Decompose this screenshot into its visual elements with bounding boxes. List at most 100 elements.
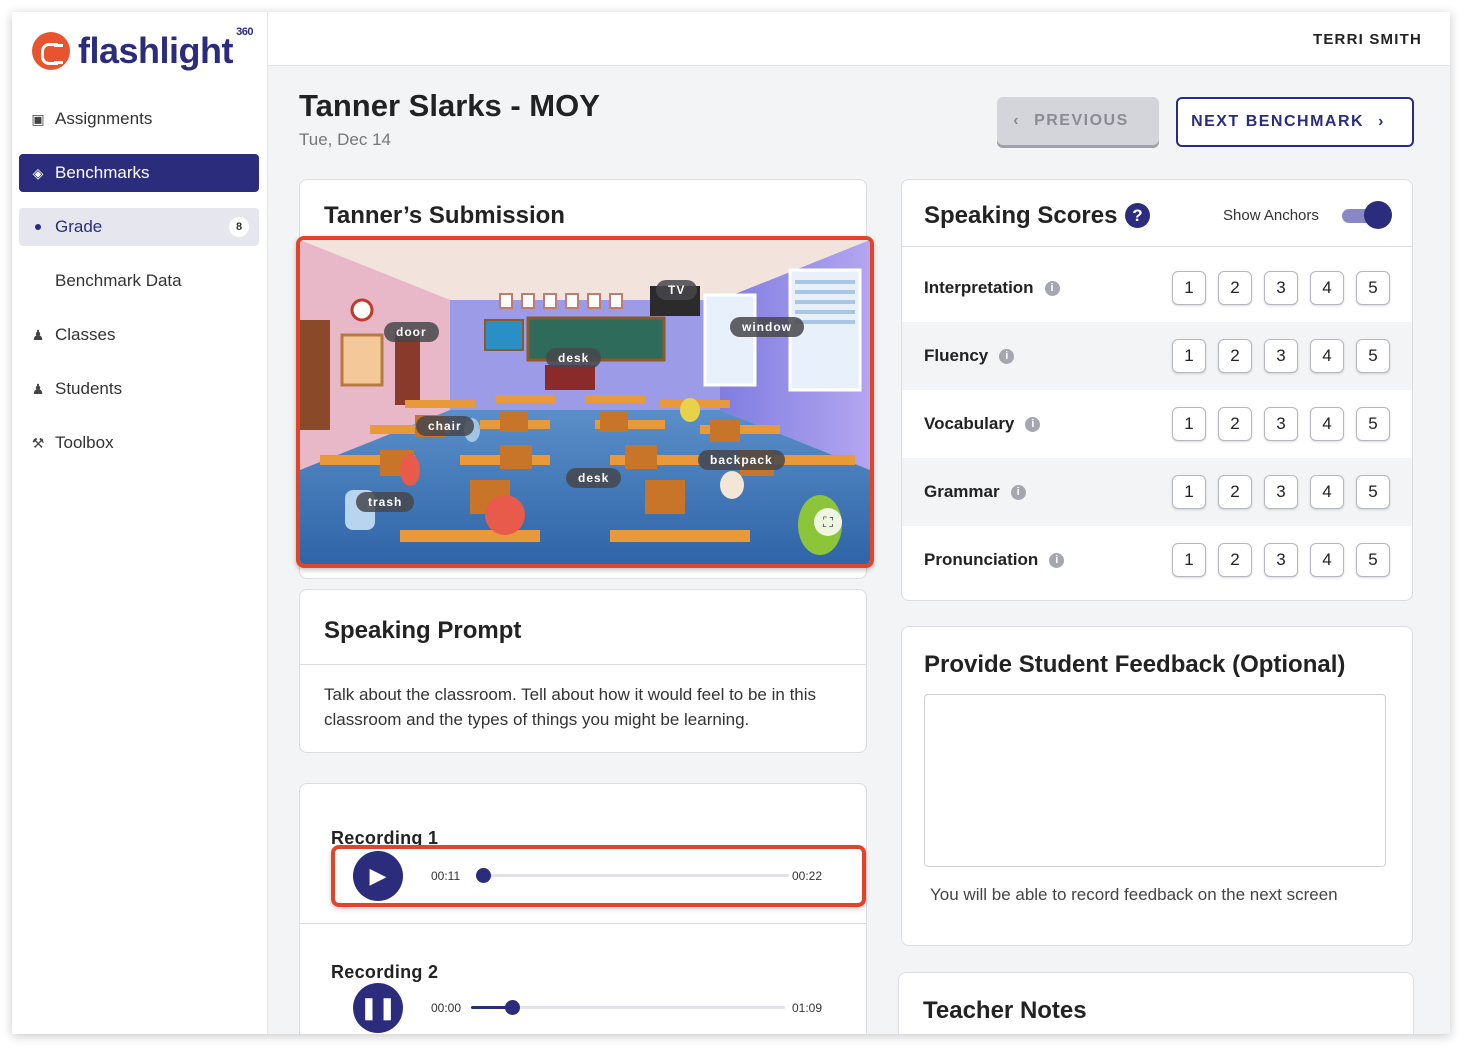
sidebar-item-assignments[interactable]: ▣ Assignments <box>19 100 259 138</box>
score-option-button[interactable]: 2 <box>1218 407 1252 441</box>
sidebar-item-label: Students <box>55 379 123 398</box>
sidebar-item-benchmark-data[interactable]: Benchmark Data <box>19 262 259 300</box>
count-badge: 8 <box>229 217 249 237</box>
speaking-prompt-card: Speaking Prompt Talk about the classroom… <box>299 589 867 753</box>
play-icon[interactable]: ▶ <box>353 851 403 901</box>
divider <box>300 664 866 665</box>
score-option-button[interactable]: 5 <box>1356 339 1390 373</box>
sidebar-item-toolbox[interactable]: ⚒ Toolbox <box>19 424 259 462</box>
label-tv[interactable]: TV <box>656 280 698 300</box>
user-name[interactable]: TERRI SMITH <box>1313 31 1422 48</box>
feedback-textarea[interactable] <box>924 694 1386 867</box>
chevron-right-icon: › <box>1378 113 1385 130</box>
sidebar-item-benchmarks[interactable]: ◈ Benchmarks <box>19 154 259 192</box>
sidebar-item-label: Toolbox <box>55 433 114 452</box>
score-option-button[interactable]: 3 <box>1264 271 1298 305</box>
toggle-thumb <box>1364 201 1392 229</box>
sidebar-nav: ▣ Assignments ◈ Benchmarks Grade 8 Bench… <box>19 100 259 478</box>
progress-slider[interactable] <box>471 1000 785 1015</box>
label-trash[interactable]: trash <box>356 492 415 512</box>
score-option-button[interactable]: 3 <box>1264 475 1298 509</box>
audio-player-2: ❚❚ 00:00 01:09 <box>331 983 866 1034</box>
show-anchors-toggle[interactable] <box>1342 201 1392 229</box>
score-option-button[interactable]: 4 <box>1310 543 1344 577</box>
info-icon[interactable]: i <box>1025 416 1041 432</box>
score-option-button[interactable]: 2 <box>1218 271 1252 305</box>
label-desk[interactable]: desk <box>566 468 622 488</box>
score-option-button[interactable]: 1 <box>1172 475 1206 509</box>
recording-2-label: Recording 2 <box>331 962 439 982</box>
sidebar-item-grade[interactable]: Grade 8 <box>19 208 259 246</box>
score-options: 12345 <box>1172 475 1402 509</box>
score-row-interpretation: Interpretation i 1 2 3 4 5 <box>902 254 1412 322</box>
sidebar-item-label: Classes <box>55 325 116 344</box>
info-icon[interactable]: i <box>1010 484 1026 500</box>
score-option-button[interactable]: 5 <box>1356 475 1390 509</box>
score-option-button[interactable]: 4 <box>1310 475 1344 509</box>
slider-handle[interactable] <box>504 1000 520 1015</box>
previous-button-label: PREVIOUS <box>1034 112 1129 129</box>
score-option-button[interactable]: 2 <box>1218 475 1252 509</box>
info-icon[interactable]: i <box>999 348 1015 364</box>
label-chair[interactable]: chair <box>416 416 474 436</box>
progress-slider[interactable] <box>476 868 789 883</box>
help-icon[interactable]: ? <box>1125 203 1150 228</box>
sidebar-item-students[interactable]: ♟ Students <box>19 370 259 408</box>
students-icon: ♟ <box>31 380 45 397</box>
info-icon[interactable]: i <box>1049 552 1065 568</box>
score-row-grammar: Grammar i 1 2 3 4 5 <box>902 458 1412 526</box>
score-option-button[interactable]: 5 <box>1356 271 1390 305</box>
show-anchors-label: Show Anchors <box>1223 207 1319 224</box>
divider <box>902 246 1412 247</box>
page-date: Tue, Dec 14 <box>299 130 391 149</box>
score-option-button[interactable]: 1 <box>1172 339 1206 373</box>
logo[interactable]: flashlight 360 <box>32 26 253 72</box>
score-option-button[interactable]: 3 <box>1264 543 1298 577</box>
sidebar-item-label: Assignments <box>55 109 153 128</box>
sidebar-item-label: Grade <box>55 217 103 236</box>
score-options: 12345 <box>1172 543 1402 577</box>
label-backpack[interactable]: backpack <box>698 450 785 470</box>
fullscreen-icon[interactable]: ⛶ <box>814 508 842 536</box>
duration-time: 01:09 <box>792 1001 823 1015</box>
score-option-button[interactable]: 3 <box>1264 407 1298 441</box>
score-category-label: Pronunciation <box>924 550 1039 569</box>
label-door[interactable]: door <box>384 322 439 342</box>
next-benchmark-button[interactable]: NEXT BENCHMARK › <box>1176 97 1414 147</box>
score-option-button[interactable]: 2 <box>1218 543 1252 577</box>
sidebar-item-classes[interactable]: ♟ Classes <box>19 316 259 354</box>
feedback-title: Provide Student Feedback (Optional) <box>924 651 1346 678</box>
submission-title: Tanner’s Submission <box>324 202 565 229</box>
flashlight-logo-icon <box>32 32 70 70</box>
label-desk[interactable]: desk <box>546 348 602 368</box>
audio-player-1: ▶ 00:11 00:22 <box>331 845 866 907</box>
classroom-image[interactable]: TV door window desk chair backpack desk … <box>296 236 874 568</box>
info-icon[interactable]: i <box>1044 280 1060 296</box>
score-option-button[interactable]: 1 <box>1172 543 1206 577</box>
recordings-card: Recording 1 ▶ 00:11 00:22 Recording 2 ❚❚… <box>299 783 867 1034</box>
score-category-label: Vocabulary <box>924 414 1015 433</box>
score-row-fluency: Fluency i 1 2 3 4 5 <box>902 322 1412 390</box>
score-option-button[interactable]: 4 <box>1310 339 1344 373</box>
image-icon: ▣ <box>31 110 45 127</box>
previous-button[interactable]: ‹ PREVIOUS <box>997 97 1159 145</box>
score-row-vocabulary: Vocabulary i 1 2 3 4 5 <box>902 390 1412 458</box>
next-button-label: NEXT BENCHMARK <box>1191 113 1365 130</box>
label-window[interactable]: window <box>730 317 804 337</box>
score-option-button[interactable]: 5 <box>1356 407 1390 441</box>
top-bar: TERRI SMITH <box>268 12 1450 66</box>
score-option-button[interactable]: 1 <box>1172 407 1206 441</box>
score-option-button[interactable]: 3 <box>1264 339 1298 373</box>
sidebar-item-label: Benchmark Data <box>55 271 182 290</box>
score-option-button[interactable]: 2 <box>1218 339 1252 373</box>
score-option-button[interactable]: 5 <box>1356 543 1390 577</box>
score-option-button[interactable]: 4 <box>1310 271 1344 305</box>
score-option-button[interactable]: 4 <box>1310 407 1344 441</box>
chevron-left-icon: ‹ <box>1013 112 1021 129</box>
slider-handle[interactable] <box>476 868 491 883</box>
divider <box>300 923 866 924</box>
pause-icon[interactable]: ❚❚ <box>353 983 403 1033</box>
score-options: 12345 <box>1172 339 1402 373</box>
student-feedback-card: Provide Student Feedback (Optional) You … <box>901 626 1413 946</box>
score-option-button[interactable]: 1 <box>1172 271 1206 305</box>
